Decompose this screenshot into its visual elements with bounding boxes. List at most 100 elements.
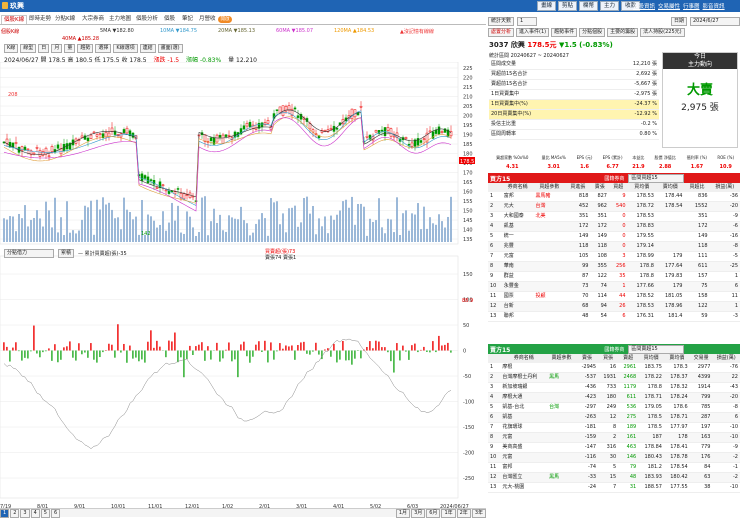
page-1[interactable]: 1 [0,509,9,518]
date-button[interactable]: 日期 [671,17,687,26]
chart-ctrl-select[interactable]: 選擇 [95,44,111,53]
broker-cell [534,282,566,292]
broker-row[interactable]: 7元富1051083178.99179111-5 [488,252,740,262]
chart-ctrl-month[interactable]: 月 [51,44,62,53]
broker-cell: 70 [565,292,590,302]
broker-cell: 178.96 [656,302,684,312]
chart-ctrl-trend[interactable]: 趨勢 [77,44,93,53]
date-input[interactable]: 2024/6/27 [690,17,740,26]
chart-ctrl-link[interactable]: 連結 [140,44,156,53]
nav-3[interactable]: 分點個股 [579,28,605,37]
sell-select[interactable]: 區間賣超15 [628,345,684,354]
candle-body [435,130,437,133]
buy-select[interactable]: 區間買超15 [628,174,684,183]
nav-2[interactable]: 趨勢事件 [551,28,577,37]
range-6m[interactable]: 6月 [426,509,440,518]
broker-row[interactable]: 1摩根-2945162961183.75178.32977-76 [488,363,740,373]
toolbar-button-clip[interactable]: 剪貼 [558,1,577,11]
nav-1[interactable]: 進入事件(1) [516,28,549,37]
broker-row[interactable]: 5凱基-台北台灣-297249536179.05178.6785-8 [488,403,740,413]
broker-row[interactable]: 6凱基-26312275178.5178.712876 [488,413,740,423]
toolbar-button-main[interactable]: 主力 [600,1,619,11]
nav-4[interactable]: 主要的籌股 [607,28,638,37]
sub-bar [360,351,361,359]
sub-bar [198,345,199,351]
chart-ctrl-options[interactable]: K線選項 [113,44,137,53]
broker-row[interactable]: 9美商高盛-147316463178.84178.41779-9 [488,443,740,453]
link-stock-info[interactable]: 個股資訊 [633,2,655,10]
broker-row[interactable]: 7花旗環球-1818189178.5177.97197-10 [488,423,740,433]
broker-row[interactable]: 8華南99355256178.8177.64611-25 [488,262,740,272]
range-1y[interactable]: 1年 [441,509,455,518]
broker-row[interactable]: 13元大-桃園-24731188.57177.5538-10 [488,483,740,493]
broker-row[interactable]: 6兆豐1181180179.14118-8 [488,242,740,252]
broker-cell: 149 [684,232,709,242]
chart-ctrl-screen[interactable]: 畫面(選) [158,44,183,53]
chart-area[interactable]: 2252202152102052001951901851801751701651… [0,62,486,517]
broker-row[interactable]: 8元富-1592161187178163-10 [488,433,740,443]
sub-pane[interactable] [0,256,458,498]
link-video[interactable]: 影音資訊 [703,2,725,10]
broker-cell: 452 [565,202,590,212]
tab-branch-kline[interactable]: 分點K線 [53,15,77,24]
tab-analysis[interactable]: 個股分析 [134,15,160,24]
range-2y[interactable]: 2年 [457,509,471,518]
broker-row[interactable]: 2台灣摩根士丹利黑馬-53719312468178.22178.37439922 [488,373,740,383]
tab-bulk[interactable]: 大宗券商 [80,15,106,24]
broker-row[interactable]: 12台灣匯立黑馬-331548183.93180.4263-2 [488,473,740,483]
chart-ctrl-type[interactable]: 線型 [20,44,36,53]
price-tick: 200 [463,114,473,120]
stat-days-input[interactable]: 1 [517,17,537,26]
broker-row[interactable]: 13聯邦48546176.31181.459-3 [488,312,740,322]
range-1m[interactable]: 1月 [396,509,410,518]
tab-notes[interactable]: 筆記 [180,15,195,24]
page-5[interactable]: 5 [41,509,50,518]
broker-row[interactable]: 10永豐金73741177.66179756 [488,282,740,292]
broker-row[interactable]: 2元大台灣452962540178.72178.541552-20 [488,202,740,212]
tab-realtime[interactable]: 即時走勢 [27,15,53,24]
toggle-switch[interactable]: 開啟 [218,16,232,23]
tab-stock[interactable]: 個股 [162,15,177,24]
toolbar-button-currency[interactable]: 欄幣 [579,1,598,11]
toolbar-button-draw[interactable]: 畫線 [537,1,556,11]
ma-note[interactable]: ▲沒記憶有線線 [400,28,434,35]
broker-row[interactable]: 11富邦-74579181.2178.5484-1 [488,463,740,473]
volume-bar [276,201,278,242]
broker-cell: 16 [598,363,618,373]
tab-kline[interactable]: 個股K線 [1,15,27,24]
chart-ctrl-day[interactable]: 日 [38,44,49,53]
stats-cell: 1日買賣集中(%) [489,100,587,110]
broker-row[interactable]: 3大和國泰北美3513510178.53351-9 [488,212,740,222]
broker-cell: 118 [565,242,590,252]
broker-row[interactable]: 4摩根大通-423180611178.71178.24799-20 [488,393,740,403]
tab-monthly[interactable]: 月營收 [197,15,218,24]
sub-bar [228,342,229,350]
candle-body [162,185,164,186]
broker-row[interactable]: 9群益8712235178.8179.831571 [488,272,740,282]
page-3[interactable]: 3 [20,509,29,518]
range-3y[interactable]: 3年 [472,509,486,518]
broker-row[interactable]: 10元富-11630146180.43178.78176-2 [488,453,740,463]
nav-5[interactable]: 法人持股(225元) [640,28,684,37]
range-3m[interactable]: 3月 [411,509,425,518]
nav-0[interactable]: 處置分析 [488,28,514,37]
sub-select[interactable]: 分點借力 [4,249,54,258]
tab-main-map[interactable]: 主力地圖 [107,15,133,24]
broker-row[interactable]: 3新加坡瑞銀-4367331179178.8178.321914-43 [488,383,740,393]
broker-row[interactable]: 1富邦黑馬豬8188279178.53178.44836-36 [488,192,740,202]
sub-bar [243,342,244,351]
broker-row[interactable]: 5統一1491490179.55149-16 [488,232,740,242]
broker-row[interactable]: 4凱基 1721720178.83172-6 [488,222,740,232]
broker-row[interactable]: 11國票投顧7011444178.52181.0515811 [488,292,740,302]
link-calendar[interactable]: 行事曆 [683,2,700,10]
page-2[interactable]: 2 [10,509,19,518]
broker-row[interactable]: 12台新689426178.53178.961221 [488,302,740,312]
page-6[interactable]: 6 [51,509,60,518]
link-trade[interactable]: 交易屬性 [658,2,680,10]
chart-ctrl-kline[interactable]: K線 [4,44,18,53]
broker-cell: -10 [712,483,740,493]
sub-box[interactable]: 累積 [58,249,74,258]
page-4[interactable]: 4 [31,509,40,518]
volume-bar [36,210,38,242]
chart-ctrl-volume[interactable]: 量 [64,44,75,53]
